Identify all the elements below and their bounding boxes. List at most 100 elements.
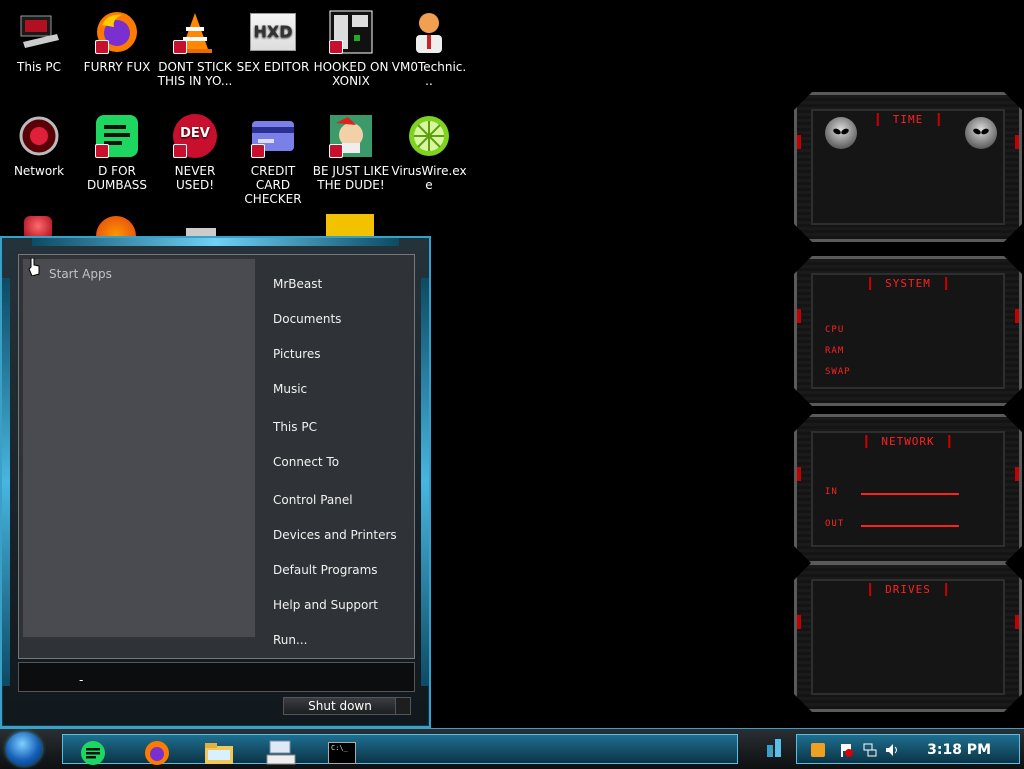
taskbar-command-prompt[interactable]: C:\_ xyxy=(327,739,357,767)
taskbar-file-explorer[interactable] xyxy=(203,739,235,767)
taskbar-spotify-like-app[interactable] xyxy=(77,739,109,767)
desktop-icon-label: D FOR DUMBASS xyxy=(86,164,148,192)
time-gadget[interactable]: TIME xyxy=(794,92,1022,242)
shield-icon xyxy=(173,144,187,158)
place-mrbeast[interactable]: MrBeast xyxy=(273,277,322,291)
red-accent xyxy=(1015,135,1019,149)
desktop-icon-credit-card-checker[interactable]: CREDIT CARD CHECKER xyxy=(234,112,312,206)
network-gadget[interactable]: NETWORK IN OUT xyxy=(794,414,1022,564)
action-center-flag-icon[interactable] xyxy=(839,743,853,757)
drives-gadget[interactable]: DRIVES xyxy=(794,562,1022,712)
network-in-graph xyxy=(861,493,959,495)
spotify-like-icon xyxy=(93,112,141,160)
system-gadget[interactable]: SYSTEM CPU RAM SWAP xyxy=(794,256,1022,406)
red-accent xyxy=(797,309,801,323)
drives-gadget-title: DRIVES xyxy=(869,583,947,596)
desktop-icon-sex-editor[interactable]: HXD SEX EDITOR xyxy=(234,8,312,74)
place-default-programs[interactable]: Default Programs xyxy=(273,563,378,577)
desktop-icon-label: HOOKED ON XONIX xyxy=(313,60,389,88)
volume-icon[interactable] xyxy=(885,743,899,757)
network-globe-icon xyxy=(15,112,63,160)
place-help-and-support[interactable]: Help and Support xyxy=(273,598,378,612)
place-control-panel[interactable]: Control Panel xyxy=(273,493,353,507)
alien-head-icon xyxy=(825,117,857,149)
start-menu-frame-left xyxy=(2,278,10,686)
desktop-icon-label: This PC xyxy=(17,60,61,74)
start-search-input[interactable]: - xyxy=(18,662,415,692)
desktop-icon-this-pc[interactable]: This PC xyxy=(0,8,78,74)
desktop-icon-viruswire[interactable]: VirusWire.exe xyxy=(390,112,468,192)
desktop-icon-label: BE JUST LIKE THE DUDE! xyxy=(312,164,390,192)
desktop-icon-furry-fux[interactable]: FURRY FUX xyxy=(78,8,156,74)
start-menu-frame-top xyxy=(32,238,399,246)
start-apps-title[interactable]: Start Apps xyxy=(49,267,112,281)
shield-icon xyxy=(329,40,343,54)
command-prompt-icon: C:\_ xyxy=(328,742,356,764)
vlc-cone-icon xyxy=(171,8,219,56)
red-accent xyxy=(1015,309,1019,323)
show-desktop-icon[interactable] xyxy=(766,737,782,759)
taskbar-clock[interactable]: 3:18 PM xyxy=(927,742,991,758)
red-accent xyxy=(797,135,801,149)
place-music[interactable]: Music xyxy=(273,382,307,396)
desktop-icon-d-for-dumbass[interactable]: D FOR DUMBASS xyxy=(78,112,156,192)
time-gadget-title: TIME xyxy=(877,113,940,126)
start-menu-inner: Start Apps MrBeast Documents Pictures Mu… xyxy=(18,254,415,659)
desktop-icon-be-just-like-the-dude[interactable]: BE JUST LIKE THE DUDE! xyxy=(312,112,390,192)
ram-label: RAM xyxy=(825,346,845,356)
red-accent xyxy=(1015,467,1019,481)
system-tray: 3:18 PM xyxy=(796,734,1020,764)
desktop-icon-partial[interactable] xyxy=(96,216,136,236)
firefox-icon xyxy=(145,741,169,765)
keyboard-icon xyxy=(266,740,296,765)
xonix-game-icon xyxy=(327,8,375,56)
desktop-icon-partial[interactable] xyxy=(326,214,374,236)
technician-avatar-icon xyxy=(405,8,453,56)
place-devices-and-printers[interactable]: Devices and Printers xyxy=(273,528,397,542)
desktop-icon-label: VirusWire.exe xyxy=(391,164,467,192)
red-accent xyxy=(797,467,801,481)
search-caret: - xyxy=(79,673,84,687)
start-apps-pane[interactable]: Start Apps xyxy=(23,259,255,637)
place-pictures[interactable]: Pictures xyxy=(273,347,321,361)
lime-wheel-icon xyxy=(405,112,453,160)
taskbar-apps: C:\_ xyxy=(62,734,738,767)
taskbar-firefox[interactable] xyxy=(141,739,173,767)
desktop-icon-label: Network xyxy=(13,164,65,178)
desktop-icon-label: NEVER USED! xyxy=(174,164,216,192)
network-in-label: IN xyxy=(825,487,838,497)
desktop-icon-hooked-on-xonix[interactable]: HOOKED ON XONIX xyxy=(312,8,390,88)
desktop-icon-network[interactable]: Network xyxy=(0,112,78,178)
tray-app-icon[interactable] xyxy=(811,743,825,757)
desktop-icon-partial[interactable] xyxy=(24,216,52,236)
network-gadget-panel xyxy=(811,431,1005,547)
place-connect-to[interactable]: Connect To xyxy=(273,455,339,469)
place-run[interactable]: Run... xyxy=(273,633,307,647)
credit-card-icon xyxy=(249,112,297,160)
shutdown-button[interactable]: Shut down xyxy=(283,697,397,715)
desktop-icon-label: SEX EDITOR xyxy=(236,60,310,74)
alien-head-icon xyxy=(965,117,997,149)
desktop-icon-label: VM0Technic... xyxy=(391,60,467,88)
place-documents[interactable]: Documents xyxy=(273,312,341,326)
taskbar: C:\_ 3:18 PM xyxy=(0,728,1024,769)
desktop-icon-partial[interactable] xyxy=(186,228,216,236)
desktop-icon-dont-stick[interactable]: DONT STICK THIS IN YO... xyxy=(156,8,234,88)
desktop-icon-never-used[interactable]: DEV NEVER USED! xyxy=(156,112,234,192)
dude-character-icon xyxy=(327,112,375,160)
network-tray-icon[interactable] xyxy=(863,743,877,757)
shield-icon xyxy=(329,144,343,158)
desktop-icon-vm0technic[interactable]: VM0Technic... xyxy=(390,8,468,88)
dev-cpp-icon: DEV xyxy=(171,112,219,160)
hand-cursor-icon xyxy=(28,258,40,276)
shield-icon xyxy=(95,144,109,158)
place-this-pc[interactable]: This PC xyxy=(273,420,317,434)
hex-editor-icon: HXD xyxy=(249,8,297,56)
taskbar-on-screen-keyboard[interactable] xyxy=(265,739,297,767)
spotify-like-icon xyxy=(81,741,105,765)
network-out-graph xyxy=(861,525,959,527)
red-accent xyxy=(797,615,801,629)
shutdown-options-button[interactable] xyxy=(395,697,411,715)
system-gadget-title: SYSTEM xyxy=(869,277,947,290)
start-button[interactable] xyxy=(6,732,42,766)
